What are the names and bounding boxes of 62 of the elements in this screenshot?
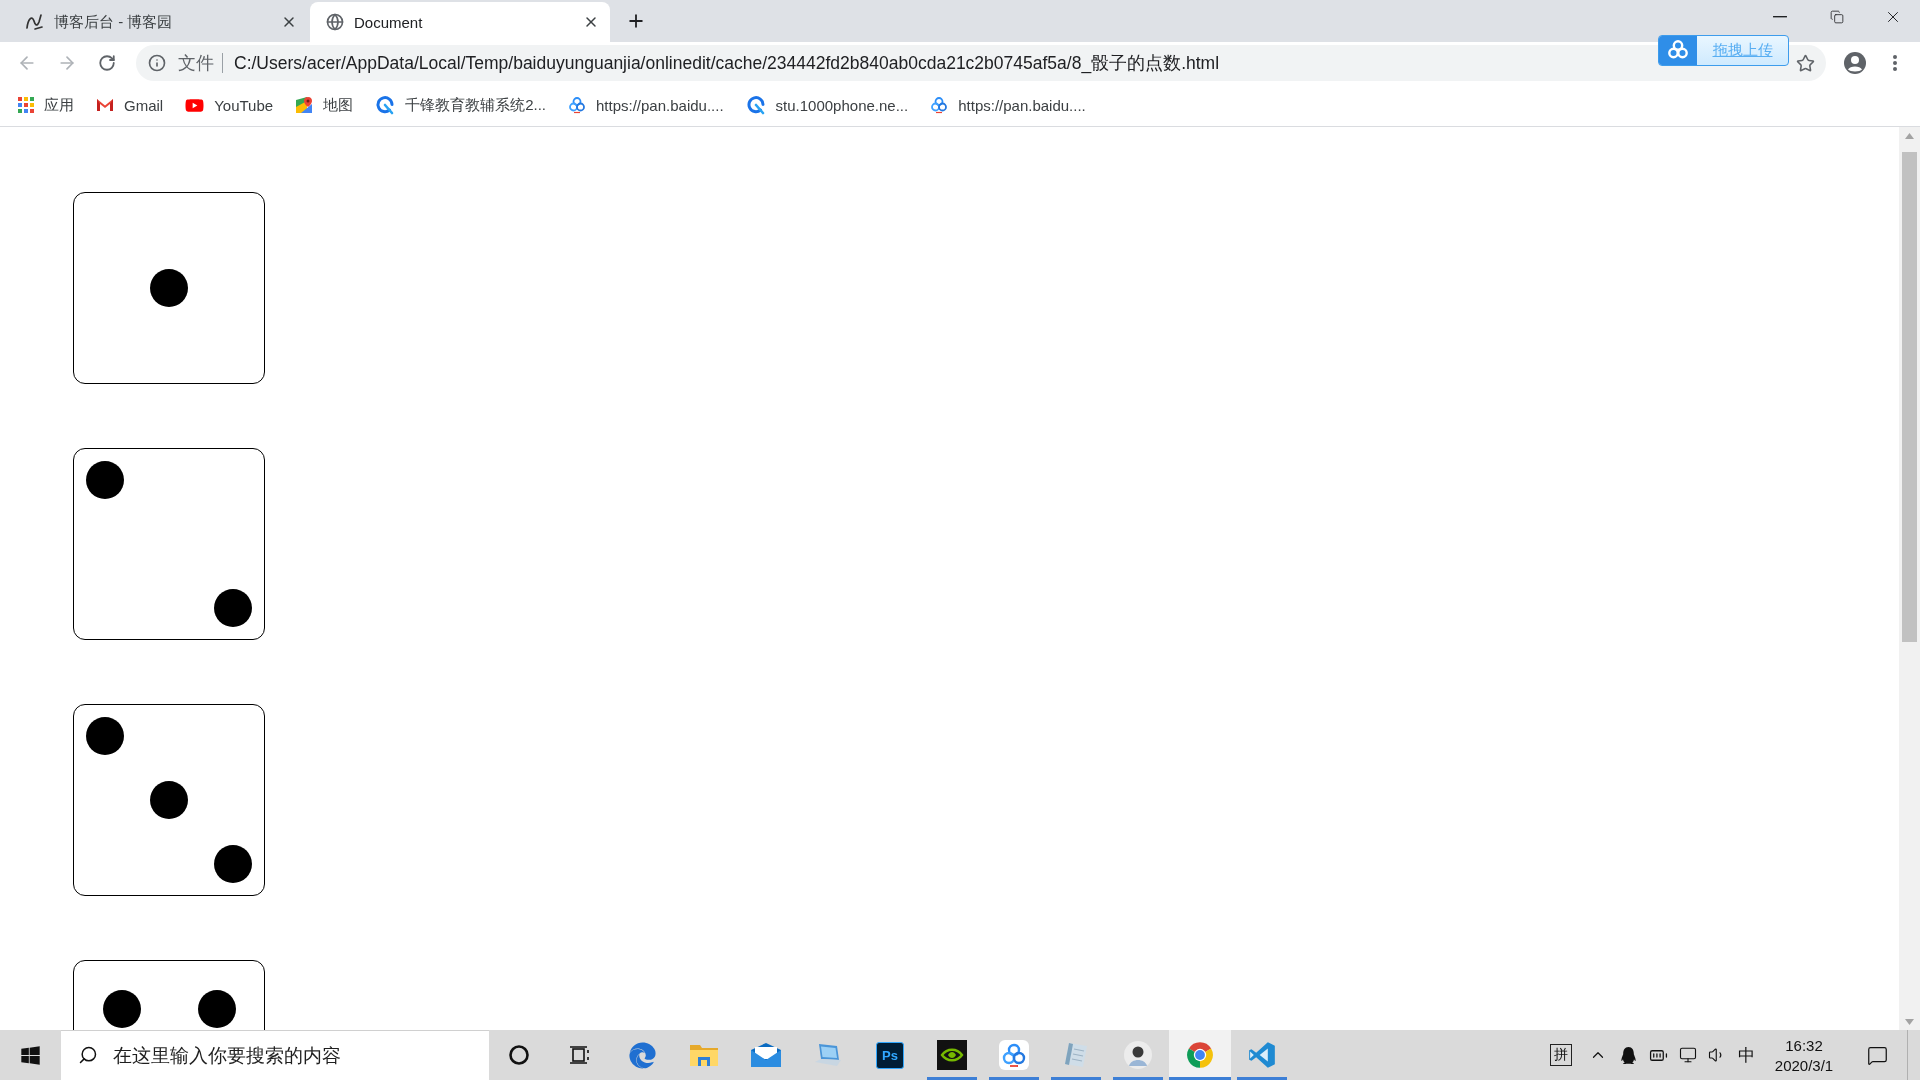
- laptop-icon: [813, 1042, 843, 1068]
- close-icon: [281, 14, 297, 30]
- task-view-icon: [569, 1045, 591, 1065]
- pip-icon: [214, 845, 252, 883]
- envelope-icon: [750, 1042, 782, 1068]
- rings-icon: [568, 96, 586, 114]
- eye-logo-icon: [937, 1040, 967, 1070]
- bookmark-link[interactable]: 应用: [7, 89, 85, 121]
- m-letter-icon: [96, 98, 114, 112]
- pip-icon: [86, 461, 124, 499]
- more-icon: [1893, 55, 1897, 71]
- e-logo-icon: [628, 1041, 656, 1069]
- start-icon: [20, 1044, 41, 1066]
- bookmark-link[interactable]: 地图: [284, 89, 365, 121]
- star-icon: [1795, 53, 1815, 73]
- browser-tab[interactable]: 博客后台 - 博客园: [8, 2, 308, 42]
- swirl-icon: [375, 95, 396, 115]
- notification-icon: [1866, 1044, 1888, 1066]
- file-scheme-label: 文件: [178, 52, 214, 75]
- swirl-icon: [745, 95, 766, 115]
- account-icon: [1843, 51, 1867, 75]
- bookmark-link[interactable]: 千锋教育教辅系统2...: [364, 89, 557, 121]
- map-pin-icon: [295, 96, 314, 114]
- caret-up-icon[interactable]: [1905, 132, 1914, 139]
- language-indicator[interactable]: 中: [1731, 1030, 1761, 1080]
- rings-icon: [999, 1040, 1029, 1070]
- rings-icon: [930, 96, 949, 114]
- network-icon: [1679, 1046, 1697, 1064]
- scrollbar-thumb[interactable]: [1902, 152, 1917, 642]
- restore-icon: [1829, 10, 1844, 24]
- penguin-icon: [1619, 1046, 1637, 1064]
- search-field[interactable]: 在这里输入你要搜索的内容: [61, 1030, 489, 1080]
- pip-icon: [86, 717, 124, 755]
- bookmark-link[interactable]: YouTube: [174, 89, 285, 121]
- bookmark-link[interactable]: stu.1000phone.ne...: [734, 89, 920, 121]
- globe-icon: [326, 13, 344, 31]
- plus-icon: [626, 11, 646, 31]
- reload-icon: [98, 54, 116, 72]
- pip-icon: [214, 589, 252, 627]
- taskbar-app-button[interactable]: Ps: [859, 1030, 921, 1080]
- browser-logo-icon: [1186, 1041, 1214, 1069]
- bookmark-link[interactable]: Gmail: [85, 89, 175, 121]
- minimize-icon: [1772, 16, 1787, 18]
- close-icon: [583, 14, 599, 30]
- grid-icon: [18, 97, 34, 113]
- search-icon: [78, 1045, 98, 1065]
- pip-icon: [150, 781, 188, 819]
- info-icon[interactable]: [148, 54, 166, 72]
- input-mode-indicator[interactable]: 拼: [1550, 1044, 1572, 1066]
- browser-tab[interactable]: Document: [310, 2, 610, 42]
- code-editor-icon: [1248, 1041, 1276, 1069]
- pip-icon: [150, 269, 188, 307]
- caret-down-icon[interactable]: [1905, 1018, 1914, 1025]
- bookmark-link[interactable]: https://pan.baidu....: [919, 89, 1097, 121]
- folder-icon: [689, 1042, 719, 1068]
- scribble-icon: [24, 12, 44, 32]
- ps-logo: Ps: [876, 1041, 904, 1069]
- bookmark-link[interactable]: https://pan.baidu....: [557, 89, 735, 121]
- clock-button[interactable]: 16:32 2020/3/1: [1761, 1030, 1847, 1080]
- url-text: C:/Users/acer/AppData/Local/Temp/baiduyunguanjia/onlinedit/cache/234442fd2b840ab0cda21c2b0745af5a/8_骰子的点数.html: [234, 52, 1221, 75]
- ring-icon: [508, 1044, 530, 1066]
- avatar-icon: [1123, 1040, 1153, 1070]
